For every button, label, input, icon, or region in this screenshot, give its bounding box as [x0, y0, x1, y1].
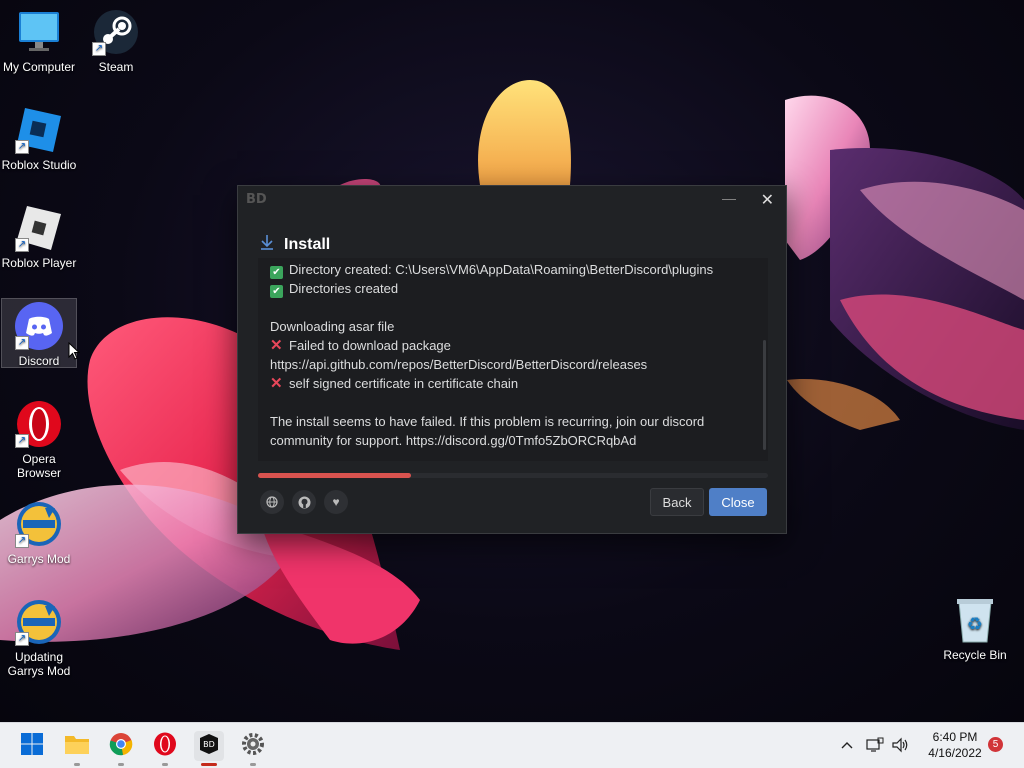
install-heading: Install — [260, 234, 330, 255]
taskbar-app-opera[interactable] — [150, 731, 180, 766]
shortcut-arrow-icon: ↗ — [15, 238, 29, 252]
steam-icon: ↗ — [92, 8, 140, 56]
garrys-mod-icon: ↗ — [15, 500, 63, 548]
start-icon — [20, 732, 44, 761]
desktop-icon-roblox-studio[interactable]: ↗ Roblox Studio — [1, 106, 77, 172]
start-button[interactable] — [17, 731, 47, 761]
chevron-up-icon[interactable] — [840, 739, 854, 753]
running-indicator — [250, 763, 256, 766]
volume-icon[interactable] — [892, 737, 910, 756]
globe-icon[interactable] — [260, 490, 284, 514]
desktop-icon-updating-garrys-mod[interactable]: ↗ Updating Garrys Mod — [1, 598, 77, 678]
running-indicator — [201, 763, 217, 766]
taskbar-app-file-explorer[interactable] — [62, 731, 92, 766]
betterdiscord-logo: BD — [246, 192, 267, 207]
desktop-icon-my-computer[interactable]: My Computer — [1, 8, 77, 74]
desktop-icon-label: Discord — [18, 354, 60, 368]
checkmark-icon: ✔ — [270, 266, 283, 279]
opera-icon — [153, 732, 177, 761]
download-icon — [260, 234, 274, 255]
log-line: ✕ Failed to download package — [270, 337, 451, 354]
garrys-mod-icon: ↗ — [15, 598, 63, 646]
file-explorer-icon — [64, 733, 90, 760]
svg-text:♻: ♻ — [967, 614, 983, 635]
running-indicator — [162, 763, 168, 766]
page-title: Install — [284, 235, 331, 253]
running-indicator — [118, 763, 124, 766]
install-progress-bar — [258, 473, 768, 478]
log-line: Downloading asar file — [270, 319, 395, 334]
desktop-icon-label: Roblox Studio — [1, 158, 77, 172]
checkmark-icon: ✔ — [270, 285, 283, 298]
desktop-icon-roblox-player[interactable]: ↗ Roblox Player — [1, 204, 77, 270]
shortcut-arrow-icon: ↗ — [15, 632, 29, 646]
log-line: community for support. https://discord.g… — [270, 433, 637, 448]
system-tray — [840, 723, 910, 768]
back-button[interactable]: Back — [650, 488, 704, 516]
desktop-icon-steam[interactable]: ↗ Steam — [78, 8, 154, 74]
roblox-player-icon: ↗ — [15, 204, 63, 252]
log-line: The install seems to have failed. If thi… — [270, 414, 705, 429]
desktop-icon-label: Steam — [98, 60, 134, 74]
shortcut-arrow-icon: ↗ — [15, 534, 29, 548]
chrome-icon — [109, 732, 133, 761]
notification-badge[interactable]: 5 — [988, 737, 1003, 752]
desktop-icon-label: Roblox Player — [1, 256, 77, 270]
log-line: https://api.github.com/repos/BetterDisco… — [270, 357, 648, 372]
mouse-cursor-icon — [68, 341, 81, 365]
roblox-studio-icon: ↗ — [15, 106, 63, 154]
clock-date: 4/16/2022 — [928, 746, 982, 760]
betterdiscord-icon: BD — [197, 732, 221, 761]
desktop-icon-garrys-mod[interactable]: ↗ Garrys Mod — [1, 500, 77, 566]
opera-icon: ↗ — [15, 400, 63, 448]
log-scrollbar[interactable] — [763, 340, 766, 450]
desktop-icon-label: Updating Garrys Mod — [7, 650, 71, 678]
window-titlebar[interactable]: BD — ✕ — [238, 186, 786, 214]
running-indicator — [74, 763, 80, 766]
desktop-icon-opera[interactable]: ↗ Opera Browser — [1, 400, 77, 480]
error-x-icon: ✕ — [270, 375, 283, 392]
taskbar-app-settings[interactable] — [238, 731, 268, 766]
desktop-icon-label: My Computer — [2, 60, 76, 74]
progress-fill — [258, 473, 411, 478]
heart-icon[interactable]: ♥ — [324, 490, 348, 514]
shortcut-arrow-icon: ↗ — [15, 336, 29, 350]
installer-window: BD — ✕ Install ✔ Directory created: C:\Us… — [237, 185, 787, 534]
taskbar-app-chrome[interactable] — [106, 731, 136, 766]
monitor-icon — [15, 8, 63, 56]
desktop-icon-discord[interactable]: ↗ Discord — [1, 298, 77, 368]
window-close-button[interactable]: ✕ — [761, 190, 774, 210]
log-line: ✔ Directory created: C:\Users\VM6\AppData… — [270, 260, 756, 279]
shortcut-arrow-icon: ↗ — [92, 42, 106, 56]
close-button[interactable]: Close — [709, 488, 767, 516]
svg-text:BD: BD — [203, 740, 215, 749]
discord-icon: ↗ — [15, 302, 63, 350]
desktop-icon-label: Opera Browser — [16, 452, 61, 480]
footer-links: ♥ — [260, 490, 348, 514]
recycle-bin-icon: ♻ — [951, 596, 999, 644]
taskbar: BD 6:40 PM 4/16/2022 — [0, 722, 1024, 768]
install-log[interactable]: ✔ Directory created: C:\Users\VM6\AppData… — [258, 258, 768, 461]
clock-time: 6:40 PM — [932, 730, 978, 744]
minimize-button[interactable]: — — [722, 190, 736, 206]
error-x-icon: ✕ — [270, 337, 283, 354]
taskbar-clock[interactable]: 6:40 PM 4/16/2022 — [918, 729, 992, 761]
desktop-icon-recycle-bin[interactable]: ♻ Recycle Bin — [937, 596, 1013, 662]
network-icon[interactable] — [866, 737, 884, 756]
settings-icon — [241, 732, 265, 761]
shortcut-arrow-icon: ↗ — [15, 434, 29, 448]
github-icon[interactable] — [292, 490, 316, 514]
shortcut-arrow-icon: ↗ — [15, 140, 29, 154]
taskbar-app-betterdiscord[interactable]: BD — [194, 731, 224, 766]
desktop-icon-label: Garrys Mod — [7, 552, 71, 566]
log-line: ✔ Directories created — [270, 279, 756, 298]
desktop-icon-label: Recycle Bin — [943, 648, 1007, 662]
log-line: ✕ self signed certificate in certificate … — [270, 375, 519, 392]
